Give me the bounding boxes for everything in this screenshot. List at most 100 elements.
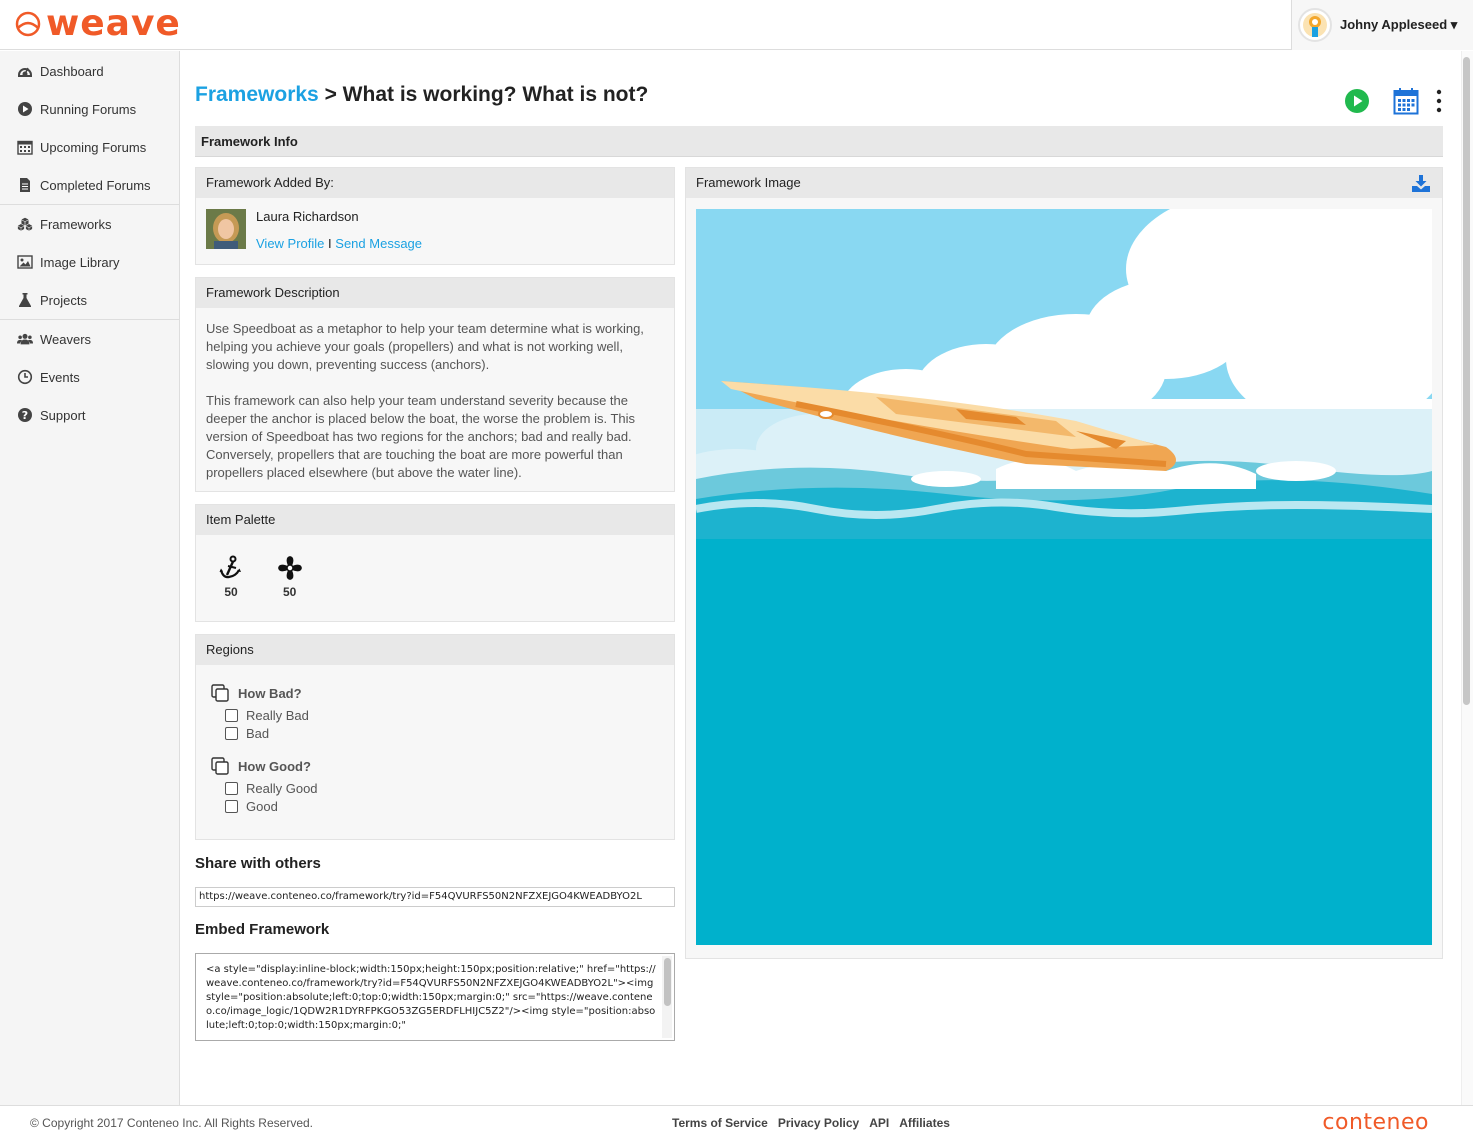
- sidebar-item-running-forums[interactable]: Running Forums: [0, 90, 179, 128]
- page-scrollbar-thumb[interactable]: [1463, 57, 1470, 705]
- region-option-really-bad[interactable]: Really Bad: [211, 706, 674, 724]
- sidebar-item-completed-forums[interactable]: Completed Forums: [0, 166, 179, 204]
- weave-logo-text: weave: [46, 3, 181, 44]
- anchor-count: 50: [224, 585, 238, 599]
- svg-text:?: ?: [22, 409, 28, 422]
- weave-logo-icon: [14, 10, 42, 38]
- flask-icon: [17, 292, 33, 308]
- sidebar-item-label: Events: [40, 369, 80, 385]
- embed-scrollbar-thumb[interactable]: [664, 958, 671, 1006]
- sidebar-item-weavers[interactable]: Weavers: [0, 320, 179, 358]
- region-group-label: How Bad?: [238, 685, 302, 701]
- sidebar: Dashboard Running Forums Upcoming Forums…: [0, 51, 180, 1105]
- sidebar-item-label: Completed Forums: [40, 177, 151, 193]
- sidebar-item-label: Support: [40, 407, 86, 423]
- user-avatar: [1298, 8, 1332, 42]
- region-option-label: Bad: [246, 725, 270, 741]
- regions-panel: Regions How Bad? Really Bad Bad How Good…: [195, 634, 675, 840]
- propeller-count: 50: [282, 585, 297, 599]
- footer-links: Terms of Service Privacy Policy API Affi…: [672, 1116, 950, 1130]
- speedboat-image: [696, 209, 1432, 945]
- region-option-bad[interactable]: Bad: [211, 724, 674, 742]
- sidebar-item-events[interactable]: Events: [0, 358, 179, 396]
- region-option-label: Really Bad: [246, 707, 309, 723]
- schedule-forum-button[interactable]: [1393, 87, 1419, 115]
- view-profile-link[interactable]: View Profile: [256, 236, 324, 251]
- propeller-icon: [277, 556, 302, 580]
- sidebar-item-frameworks[interactable]: Frameworks: [0, 205, 179, 243]
- description-heading: Framework Description: [196, 278, 674, 308]
- sidebar-item-dashboard[interactable]: Dashboard: [0, 52, 179, 90]
- author-avatar: [206, 209, 246, 249]
- breadcrumb-frameworks-link[interactable]: Frameworks: [195, 83, 319, 106]
- sidebar-item-label: Projects: [40, 292, 87, 308]
- calendar-icon: [1393, 88, 1419, 115]
- sidebar-item-image-library[interactable]: Image Library: [0, 243, 179, 281]
- description-paragraph-2: This framework can also help your team u…: [206, 393, 636, 480]
- privacy-policy-link[interactable]: Privacy Policy: [778, 1116, 859, 1130]
- page-actions: [1344, 87, 1443, 115]
- framework-title: What is working? What is not?: [342, 83, 649, 106]
- sidebar-item-support[interactable]: ? Support: [0, 396, 179, 434]
- top-bar: weave Johny Appleseed ▾: [0, 0, 1473, 50]
- sidebar-item-label: Image Library: [40, 254, 120, 270]
- sidebar-item-label: Dashboard: [40, 63, 104, 79]
- framework-image-title: Framework Image: [696, 175, 801, 190]
- item-palette-heading: Item Palette: [196, 505, 674, 535]
- region-option-label: Good: [246, 798, 278, 814]
- region-group-how-good[interactable]: How Good?: [211, 755, 674, 777]
- more-options-button[interactable]: [1435, 89, 1443, 113]
- play-circle-icon: [17, 101, 33, 117]
- user-name: Johny Appleseed ▾: [1340, 17, 1458, 32]
- footer: © Copyright 2017 Conteneo Inc. All Right…: [0, 1105, 1473, 1141]
- region-group-label: How Good?: [238, 758, 311, 774]
- embed-code-text: <a style="display:inline-block;width:150…: [206, 964, 656, 1031]
- checkbox[interactable]: [225, 781, 238, 795]
- send-message-link[interactable]: Send Message: [335, 236, 422, 251]
- checkbox[interactable]: [225, 799, 238, 813]
- clock-icon: [17, 369, 33, 385]
- terms-of-service-link[interactable]: Terms of Service: [672, 1116, 768, 1130]
- sidebar-item-projects[interactable]: Projects: [0, 281, 179, 319]
- sidebar-item-label: Frameworks: [40, 216, 112, 232]
- api-link[interactable]: API: [869, 1116, 889, 1130]
- user-menu[interactable]: Johny Appleseed ▾: [1291, 0, 1473, 50]
- checkbox[interactable]: [225, 708, 238, 722]
- users-icon: [17, 331, 33, 347]
- added-by-panel: Framework Added By: Laura Richardson Vie…: [195, 167, 675, 265]
- affiliates-link[interactable]: Affiliates: [899, 1116, 950, 1130]
- copy-icon: [211, 683, 230, 703]
- embed-heading: Embed Framework: [195, 921, 330, 938]
- share-url-field[interactable]: https://weave.conteneo.co/framework/try?…: [195, 887, 675, 907]
- copy-icon: [211, 756, 230, 776]
- calendar-icon: [17, 139, 33, 155]
- link-divider: I: [328, 236, 332, 251]
- sidebar-item-label: Upcoming Forums: [40, 139, 147, 155]
- palette-item-anchor[interactable]: 50: [211, 555, 251, 599]
- region-option-good[interactable]: Good: [211, 797, 674, 815]
- sidebar-item-label: Weavers: [40, 331, 92, 347]
- framework-image-heading: Framework Image: [686, 168, 1442, 198]
- document-icon: [17, 177, 33, 193]
- conteneo-logo[interactable]: conteneo: [1322, 1110, 1429, 1135]
- image-icon: [17, 254, 33, 270]
- copyright-text: © Copyright 2017 Conteneo Inc. All Right…: [30, 1116, 313, 1130]
- palette-item-propeller[interactable]: 50: [270, 555, 310, 599]
- kebab-menu-icon: [1436, 89, 1442, 113]
- embed-code-textarea[interactable]: <a style="display:inline-block;width:150…: [195, 953, 675, 1041]
- start-forum-button[interactable]: [1344, 88, 1370, 114]
- region-option-really-good[interactable]: Really Good: [211, 779, 674, 797]
- framework-info-header: Framework Info: [195, 126, 1443, 157]
- weave-logo[interactable]: weave: [14, 6, 181, 42]
- download-icon[interactable]: [1412, 175, 1430, 192]
- breadcrumb-separator: >: [318, 83, 343, 106]
- item-palette-panel: Item Palette 50 50: [195, 504, 675, 622]
- sidebar-item-upcoming-forums[interactable]: Upcoming Forums: [0, 128, 179, 166]
- added-by-heading: Framework Added By:: [196, 168, 674, 198]
- checkbox[interactable]: [225, 726, 238, 740]
- regions-heading: Regions: [196, 635, 674, 665]
- share-heading: Share with others: [195, 855, 321, 872]
- region-group-how-bad[interactable]: How Bad?: [211, 682, 674, 704]
- play-icon: [1345, 89, 1369, 113]
- region-option-label: Really Good: [246, 780, 318, 796]
